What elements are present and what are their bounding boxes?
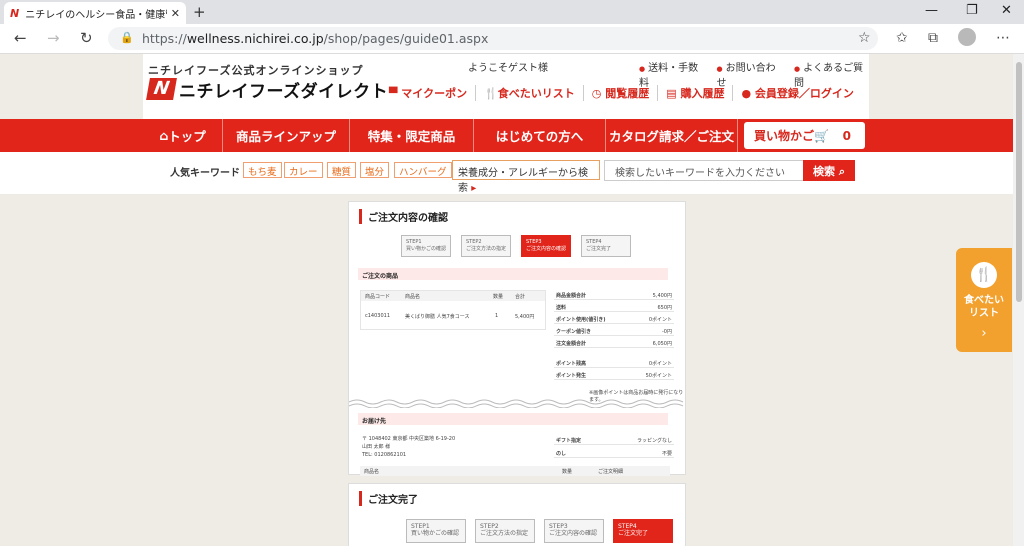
back-icon[interactable]: ← — [14, 29, 27, 47]
cart-button[interactable]: 買い物かご 🛒 0 — [744, 122, 865, 149]
tab-title: ニチレイのヘルシー食品・健康管理食 — [25, 9, 167, 21]
summary-row: 注文金額合計 6,050円 — [554, 338, 674, 348]
float-label-1: 食べたい — [964, 295, 1004, 306]
restore-icon[interactable]: ❐ — [966, 3, 978, 18]
address-bar-row: ← → ↻ 🔒 https://wellness.nichirei.co.jp/… — [0, 24, 1024, 54]
step-3: STEP3 ご注文内容の確認 — [544, 519, 604, 543]
nav-lineup[interactable]: 商品ラインアップ — [223, 119, 350, 152]
summary-row: ポイント発生 50ポイント — [554, 370, 674, 380]
account-links: ▀ マイクーポン 🍴食べたいリスト ◷ 閲覧履歴 ▤ 購入履歴 ● 会員登録／ロ… — [381, 85, 862, 101]
nav-special[interactable]: 特集・限定商品 — [350, 119, 474, 152]
keyword-tag[interactable]: カレー — [284, 162, 323, 178]
search-button[interactable]: 検索 ⌕ — [803, 160, 855, 181]
nav-beginners[interactable]: はじめての方へ — [474, 119, 606, 152]
summary-row: クーポン値引き -0円 — [554, 326, 674, 336]
step-2: STEP2 ご注文方法の指定 — [475, 519, 535, 543]
forward-icon[interactable]: → — [47, 29, 60, 47]
summary-row: ポイント残高 0ポイント — [554, 358, 674, 368]
my-coupon-link[interactable]: ▀ マイクーポン — [381, 85, 477, 101]
cart-icon: 🛒 — [814, 128, 829, 143]
search-icon: ⌕ — [838, 165, 845, 178]
cart-label: 買い物かご — [754, 129, 815, 143]
keyword-tag[interactable]: ハンバーグ — [394, 162, 452, 178]
order-confirm-screenshot: ご注文内容の確認 STEP1 買い物かごの確認 STEP2 ご注文方法の指定 STE… — [348, 201, 686, 476]
wish-list-float-button[interactable]: 🍴 食べたい リスト › — [956, 248, 1012, 352]
wish-list-link[interactable]: 🍴食べたいリスト — [476, 85, 584, 101]
collections-icon[interactable]: ⧉ — [928, 30, 938, 46]
step-1: STEP1 買い物かごの確認 — [406, 519, 466, 543]
allergy-search-button[interactable]: 栄養成分・アレルギーから検索 ▸ — [452, 160, 600, 194]
profile-avatar[interactable] — [958, 28, 976, 46]
panel-title: ご注文内容の確認 — [359, 209, 448, 224]
browser-tab[interactable]: N ニチレイのヘルシー食品・健康管理食 ✕ — [4, 2, 186, 24]
summary-row: 送料 650円 — [554, 302, 674, 312]
favorite-star-icon[interactable]: ☆ — [858, 30, 871, 46]
nav-catalog[interactable]: カタログ請求／ご注文 — [606, 119, 738, 152]
keyword-tag[interactable]: 塩分 — [360, 162, 390, 178]
browser-tab-bar: N ニチレイのヘルシー食品・健康管理食 ✕ + — ❐ ✕ — [0, 0, 1024, 24]
site-logo[interactable]: ニチレイフーズダイレクト — [179, 77, 388, 102]
scrollbar[interactable] — [1013, 54, 1024, 546]
minimize-icon[interactable]: — — [925, 3, 938, 18]
url-prefix: https:// — [142, 31, 187, 46]
keyword-label: 人気キーワード — [170, 168, 240, 179]
search-input[interactable]: 検索したいキーワードを入力ください — [604, 160, 804, 181]
float-label-2: リスト — [969, 308, 999, 319]
reload-icon[interactable]: ↻ — [80, 29, 93, 47]
favorites-icon[interactable]: ✩ — [896, 30, 908, 46]
url-host: wellness.nichirei.co.jp — [186, 31, 324, 46]
welcome-text: ようこそゲスト様 — [468, 63, 548, 74]
cut-wave — [349, 399, 684, 408]
keyword-row: 人気キーワード もち麦 カレー 糖質 塩分 ハンバーグ 栄養成分・アレルギーから… — [0, 152, 1013, 194]
new-tab-icon[interactable]: + — [193, 3, 206, 21]
chevron-right-icon: › — [981, 326, 987, 341]
purchase-history-link[interactable]: ▤ 購入履歴 — [658, 85, 734, 101]
summary-table: 商品金額合計 5,400円 送料 650円 ポイント使用(値引き) 0ポイント クーポン値引… — [554, 290, 674, 382]
history-link[interactable]: ◷ 閲覧履歴 — [584, 85, 659, 101]
step-3: STEP3 ご注文内容の確認 — [521, 235, 571, 257]
step-4: STEP4 ご注文完了 — [581, 235, 631, 257]
url-path: /shop/pages/guide01.aspx — [323, 31, 489, 46]
step-4: STEP4 ご注文完了 — [613, 519, 673, 543]
lock-icon: 🔒 — [120, 31, 134, 44]
web-page: ニチレイフーズ公式オンラインショップ N ニチレイフーズダイレクト ようこそゲス… — [0, 54, 1013, 546]
items-table: 商品コード 商品名 数量 合計 c1403011 美くばり御膳 人気7食コース … — [360, 290, 546, 330]
gift-table: ギフト指定 ラッピングなし のし 不要 — [554, 435, 674, 461]
step-1: STEP1 買い物かごの確認 — [401, 235, 451, 257]
scrollbar-thumb[interactable] — [1016, 62, 1022, 302]
order-complete-screenshot: ご注文完了 STEP1 買い物かごの確認 STEP2 ご注文方法の指定 STEP3 ご… — [348, 483, 686, 546]
logo-mark[interactable]: N — [146, 78, 177, 100]
section-delivery: お届け先 — [358, 413, 668, 425]
keyword-tag[interactable]: もち麦 — [243, 162, 282, 178]
more-menu-icon[interactable]: ⋯ — [996, 30, 1010, 46]
panel-title: ご注文完了 — [359, 491, 418, 506]
url-field[interactable]: 🔒 https://wellness.nichirei.co.jp/shop/p… — [108, 27, 878, 50]
keyword-tag[interactable]: 糖質 — [327, 162, 357, 178]
summary-row: ポイント使用(値引き) 0ポイント — [554, 314, 674, 324]
site-subtitle: ニチレイフーズ公式オンラインショップ — [148, 64, 364, 77]
close-window-icon[interactable]: ✕ — [1001, 3, 1012, 18]
cart-count: 0 — [842, 128, 851, 143]
fork-knife-icon: 🍴 — [971, 262, 997, 288]
delivery-address: 〒 1048402 東京都 中央区築地 6-19-20 山田 太郎 様 TEL: 0… — [362, 436, 456, 458]
main-nav: ⌂ トップ 商品ラインアップ 特集・限定商品 はじめての方へ カタログ請求／ご注… — [0, 119, 1013, 152]
summary-row: 商品金額合計 5,400円 — [554, 290, 674, 300]
login-link[interactable]: ● 会員登録／ログイン — [733, 85, 861, 101]
close-tab-icon[interactable]: ✕ — [171, 7, 180, 20]
section-items: ご注文の商品 — [358, 268, 668, 280]
nav-top[interactable]: ⌂ トップ — [143, 119, 223, 152]
step-2: STEP2 ご注文方法の指定 — [461, 235, 511, 257]
order-detail-header: 商品名 数量 ご注文明細 — [360, 466, 670, 476]
site-favicon-icon: N — [10, 6, 20, 20]
